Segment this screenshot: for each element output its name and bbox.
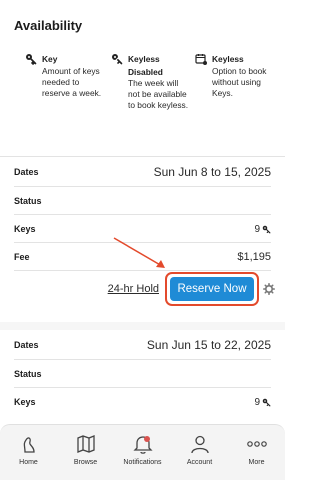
reserve-highlight: Reserve Now	[165, 272, 259, 306]
dates-value: Sun Jun 15 to 22, 2025	[146, 338, 271, 352]
gear-icon[interactable]	[263, 283, 275, 295]
fee-value: $1,195	[237, 251, 271, 263]
keys-value-wrap: 9	[254, 397, 271, 408]
status-label: Status	[14, 196, 42, 206]
more-icon	[246, 433, 268, 455]
home-icon	[18, 433, 40, 455]
legend-item-keyless-disabled: Keyless Disabled The week will not be av…	[110, 52, 190, 111]
legend: Key Amount of keys needed to reserve a w…	[0, 52, 285, 152]
calendar-key-icon	[194, 52, 208, 66]
nav-label: Account	[186, 459, 213, 466]
week1-actions: 24-hr Hold Reserve Now	[14, 272, 275, 306]
reserve-now-button[interactable]: Reserve Now	[170, 277, 254, 301]
map-icon	[75, 433, 97, 455]
key-icon	[262, 225, 271, 233]
bottom-nav: Home Browse Notifications Account More	[0, 424, 285, 480]
week1-status-row: Status	[14, 187, 271, 215]
legend-item-keyless: Keyless Option to book without using Key…	[194, 52, 274, 99]
dates-label: Dates	[14, 167, 39, 177]
legend-subtitle: Disabled	[128, 67, 163, 77]
user-icon	[189, 433, 211, 455]
fee-label: Fee	[14, 252, 30, 262]
week1-fee-row: Fee $1,195	[14, 243, 271, 271]
nav-label: More	[248, 459, 265, 466]
nav-label: Home	[19, 459, 38, 466]
keys-value: 9	[254, 223, 260, 235]
legend-description: Amount of keys needed to reserve a week.	[42, 66, 102, 98]
divider	[0, 156, 285, 157]
week2-status-row: Status	[14, 360, 271, 388]
key-icon	[24, 52, 38, 66]
legend-description: Option to book without using Keys.	[212, 66, 267, 98]
legend-title: Key	[42, 54, 58, 64]
dates-label: Dates	[14, 340, 39, 350]
status-label: Status	[14, 369, 42, 379]
legend-title: Keyless	[212, 54, 244, 64]
keys-label: Keys	[14, 224, 36, 234]
legend-description: The week will not be available to book k…	[128, 78, 189, 110]
bell-icon	[132, 433, 154, 455]
nav-label: Browse	[73, 459, 98, 466]
legend-title: Keyless	[128, 54, 160, 64]
section-title: Availability	[14, 18, 83, 33]
nav-more[interactable]: More	[228, 425, 285, 480]
nav-notifications[interactable]: Notifications	[114, 425, 171, 480]
legend-item-key: Key Amount of keys needed to reserve a w…	[24, 52, 104, 99]
keys-value-wrap: 9	[254, 224, 271, 235]
divider	[14, 270, 271, 271]
keys-value: 9	[254, 396, 260, 408]
week1-dates-row: Dates Sun Jun 8 to 15, 2025	[14, 158, 271, 186]
nav-account[interactable]: Account	[171, 425, 228, 480]
keyless-icon	[110, 52, 124, 66]
section-gap	[0, 322, 285, 330]
key-icon	[262, 398, 271, 406]
nav-label: Notifications	[123, 459, 162, 466]
hold-link[interactable]: 24-hr Hold	[108, 283, 159, 295]
week1-keys-row: Keys 9	[14, 215, 271, 243]
week2-dates-row: Dates Sun Jun 15 to 22, 2025	[14, 331, 271, 359]
nav-browse[interactable]: Browse	[57, 425, 114, 480]
dates-value: Sun Jun 8 to 15, 2025	[153, 165, 271, 179]
keys-label: Keys	[14, 397, 36, 407]
nav-home[interactable]: Home	[0, 425, 57, 480]
week2-keys-row: Keys 9	[14, 388, 271, 416]
